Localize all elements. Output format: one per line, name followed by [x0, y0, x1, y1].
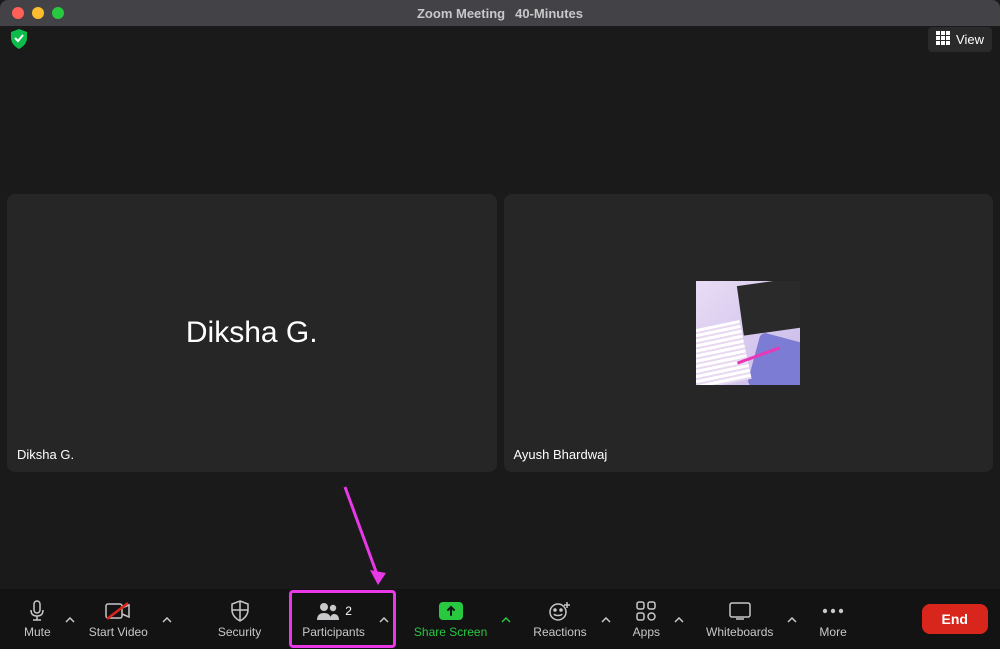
end-button[interactable]: End — [922, 604, 988, 634]
smiley-plus-icon — [548, 600, 572, 622]
participants-icon: 2 — [315, 600, 352, 622]
mute-options-chevron[interactable] — [61, 602, 79, 636]
video-tile[interactable]: Diksha G. Diksha G. — [7, 194, 497, 472]
share-screen-button[interactable]: Share Screen — [404, 593, 497, 645]
start-video-label: Start Video — [89, 625, 148, 639]
encryption-shield-icon[interactable] — [8, 28, 30, 50]
share-screen-icon — [439, 600, 463, 622]
participants-label: Participants — [302, 625, 365, 639]
participants-button[interactable]: 2 Participants — [292, 593, 375, 645]
share-options-chevron[interactable] — [497, 602, 515, 636]
security-button[interactable]: Security — [208, 593, 271, 645]
grid-icon — [936, 31, 950, 48]
whiteboards-label: Whiteboards — [706, 625, 773, 639]
close-window-button[interactable] — [12, 7, 24, 19]
end-label: End — [942, 611, 968, 627]
apps-options-chevron[interactable] — [670, 602, 688, 636]
more-dots-icon — [822, 600, 844, 622]
app-name: Zoom Meeting — [417, 6, 505, 21]
start-video-button[interactable]: Start Video — [79, 593, 158, 645]
participant-name-label: Ayush Bhardwaj — [512, 445, 610, 464]
apps-icon — [635, 600, 657, 622]
more-label: More — [819, 625, 846, 639]
security-label: Security — [218, 625, 261, 639]
participants-options-chevron[interactable] — [375, 602, 393, 636]
maximize-window-button[interactable] — [52, 7, 64, 19]
participants-count: 2 — [345, 604, 352, 618]
apps-button[interactable]: Apps — [623, 593, 670, 645]
mute-label: Mute — [24, 625, 51, 639]
topbar: View — [0, 26, 1000, 52]
view-button[interactable]: View — [928, 27, 992, 52]
minimize-window-button[interactable] — [32, 7, 44, 19]
shield-icon — [230, 600, 250, 622]
participant-name-label: Diksha G. — [15, 445, 76, 464]
annotation-arrow — [340, 485, 400, 600]
share-screen-label: Share Screen — [414, 625, 487, 639]
reactions-label: Reactions — [533, 625, 586, 639]
more-button[interactable]: More — [809, 593, 856, 645]
participant-name-center: Diksha G. — [186, 316, 318, 350]
whiteboards-button[interactable]: Whiteboards — [696, 593, 783, 645]
reactions-options-chevron[interactable] — [597, 602, 615, 636]
apps-label: Apps — [633, 625, 660, 639]
meeting-duration: 40-Minutes — [515, 6, 583, 21]
titlebar-title: Zoom Meeting 40-Minutes — [417, 6, 583, 21]
microphone-icon — [28, 600, 46, 622]
video-options-chevron[interactable] — [158, 602, 176, 636]
bottom-toolbar: Mute Start Video Security — [0, 589, 1000, 649]
video-grid: Diksha G. Diksha G. Ayush Bhardwaj — [7, 194, 993, 472]
view-label: View — [956, 32, 984, 47]
mute-button[interactable]: Mute — [14, 593, 61, 645]
titlebar: Zoom Meeting 40-Minutes — [0, 0, 1000, 26]
reactions-button[interactable]: Reactions — [523, 593, 596, 645]
whiteboards-options-chevron[interactable] — [783, 602, 801, 636]
window-controls — [0, 7, 64, 19]
video-off-icon — [105, 600, 131, 622]
participant-avatar — [696, 281, 800, 385]
whiteboard-icon — [728, 600, 752, 622]
video-tile[interactable]: Ayush Bhardwaj — [504, 194, 994, 472]
